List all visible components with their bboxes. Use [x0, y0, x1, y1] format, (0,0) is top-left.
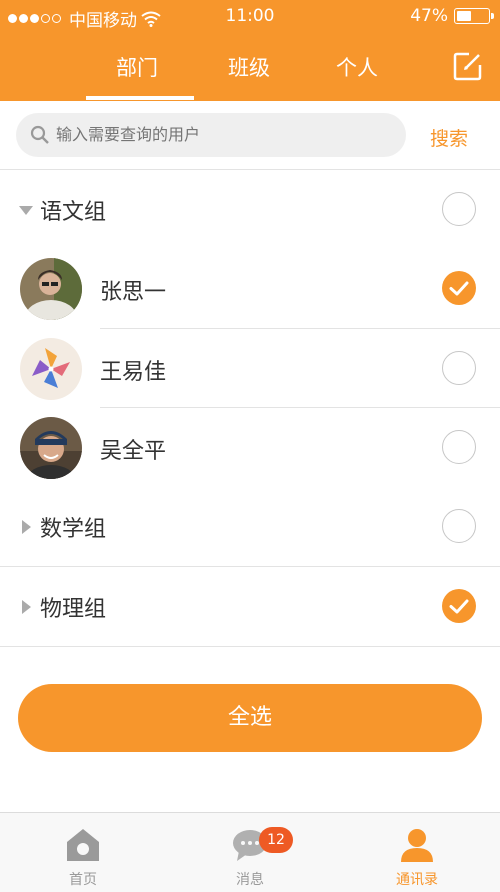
- person-icon: [401, 829, 433, 862]
- battery-percent: 47%: [410, 6, 448, 26]
- group-row-chinese[interactable]: 语文组: [0, 170, 500, 249]
- nav-messages[interactable]: 12 消息: [167, 813, 333, 892]
- avatar: [20, 258, 82, 320]
- compose-icon[interactable]: [452, 50, 484, 82]
- active-tab-indicator: [86, 96, 194, 100]
- divider: [0, 646, 500, 647]
- member-name: 王易佳: [100, 360, 167, 385]
- nav-label: 首页: [69, 872, 97, 888]
- group-label: 物理组: [40, 597, 107, 622]
- nav-label: 通讯录: [396, 872, 438, 888]
- member-name: 吴全平: [100, 439, 167, 464]
- tab-class[interactable]: 班级: [228, 52, 270, 82]
- checkmark-icon: [449, 599, 469, 614]
- group-row-physics[interactable]: 物理组: [0, 567, 500, 646]
- tab-department[interactable]: 部门: [116, 52, 158, 82]
- avatar: [20, 338, 82, 400]
- nav-label: 消息: [236, 872, 264, 888]
- group-checkbox[interactable]: [442, 509, 476, 543]
- expand-arrow-icon[interactable]: [22, 600, 31, 614]
- member-checkbox[interactable]: [442, 430, 476, 464]
- group-row-math[interactable]: 数学组: [0, 487, 500, 566]
- select-all-button[interactable]: 全选: [18, 684, 482, 752]
- member-row-zhang[interactable]: 张思一: [0, 249, 500, 328]
- member-row-wang[interactable]: 王易佳: [0, 329, 500, 408]
- search-button[interactable]: 搜索: [430, 124, 468, 151]
- search-input[interactable]: [56, 113, 386, 157]
- home-icon: [67, 829, 99, 861]
- segment-tabs: 部门 班级 个人: [0, 40, 500, 101]
- search-icon: [30, 125, 49, 144]
- group-checkbox-checked[interactable]: [442, 589, 476, 623]
- checkmark-icon: [449, 281, 469, 296]
- group-label: 数学组: [40, 517, 107, 542]
- member-checkbox[interactable]: [442, 351, 476, 385]
- status-bar: 中国移动 11:00 47%: [0, 0, 500, 32]
- expand-arrow-icon[interactable]: [22, 520, 31, 534]
- status-right: 47%: [410, 6, 494, 26]
- member-checkbox-checked[interactable]: [442, 271, 476, 305]
- search-field[interactable]: [16, 113, 406, 157]
- group-checkbox[interactable]: [442, 192, 476, 226]
- battery-icon: [454, 8, 494, 24]
- member-name: 张思一: [100, 280, 167, 305]
- avatar: [20, 417, 82, 479]
- nav-contacts[interactable]: 通讯录: [334, 813, 500, 892]
- bottom-tab-bar: 首页 12 消息 通讯录: [0, 812, 500, 892]
- collapse-arrow-icon[interactable]: [19, 206, 33, 215]
- group-label: 语文组: [40, 200, 107, 225]
- tab-personal[interactable]: 个人: [336, 52, 378, 82]
- unread-badge: 12: [259, 827, 293, 853]
- nav-home[interactable]: 首页: [0, 813, 166, 892]
- member-row-wu[interactable]: 吴全平: [0, 408, 500, 487]
- search-bar: 搜索: [0, 101, 500, 169]
- app-header: 中国移动 11:00 47% 部门 班级 个人: [0, 0, 500, 101]
